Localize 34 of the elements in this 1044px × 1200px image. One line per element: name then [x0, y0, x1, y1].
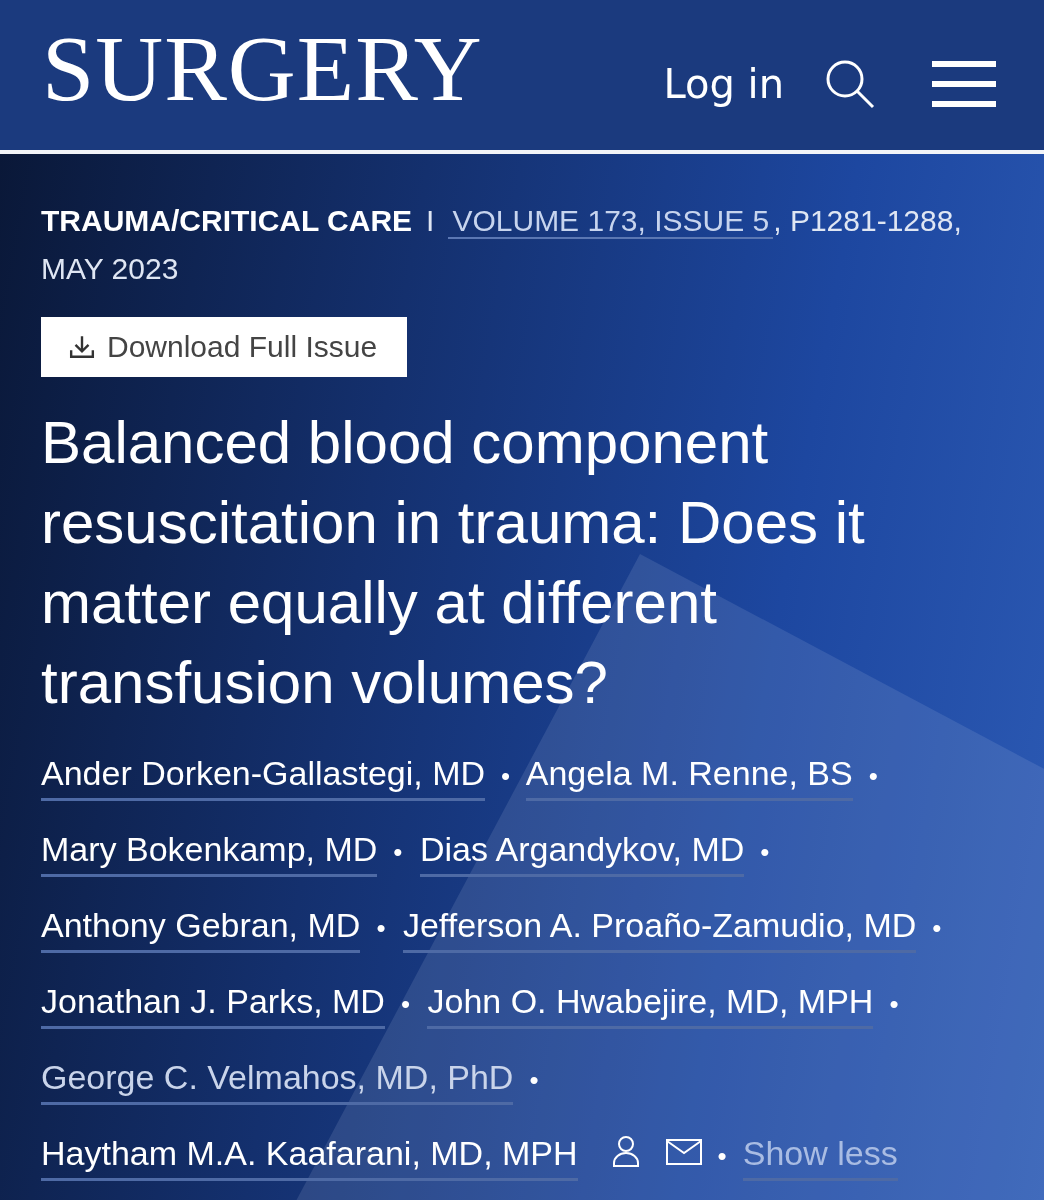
author-link[interactable]: Dias Argandykov, MD	[419, 830, 745, 877]
author-link[interactable]: Angela M. Renne, BS	[525, 754, 853, 801]
bullet-separator: •	[529, 1065, 539, 1095]
bullet-separator: •	[376, 913, 386, 943]
meta-divider: I	[426, 204, 435, 237]
bullet-separator: •	[760, 837, 770, 867]
bullet-separator: •	[393, 837, 403, 867]
issue-date: MAY 2023	[41, 251, 180, 287]
download-button[interactable]: Download Full Issue	[41, 317, 408, 377]
envelope-icon[interactable]	[665, 1139, 702, 1165]
author-link[interactable]: Anthony Gebran, MD	[41, 906, 361, 953]
menu-icon[interactable]	[932, 61, 996, 107]
search-icon[interactable]	[824, 58, 876, 110]
author-link[interactable]: Haytham M.A. Kaafarani, MD, MPH	[41, 1134, 578, 1181]
author-link[interactable]: Mary Bokenkamp, MD	[41, 830, 378, 877]
author-link[interactable]: John O. Hwabejire, MD, MPH	[427, 982, 874, 1029]
page-range: , P1281-1288,	[773, 204, 962, 237]
author-link[interactable]: Jonathan J. Parks, MD	[41, 982, 385, 1029]
bullet-separator: •	[932, 913, 942, 943]
person-icon[interactable]	[611, 1135, 640, 1167]
author-link[interactable]: Ander Dorken-Gallastegi, MD	[41, 754, 486, 801]
download-icon	[69, 335, 95, 359]
bullet-separator: •	[400, 989, 411, 1019]
author-link[interactable]: George C. Velmahos, MD, PhD	[41, 1058, 514, 1105]
bullet-separator: •	[717, 1141, 727, 1171]
bullet-separator: •	[889, 989, 899, 1019]
article-title: Balanced blood component resuscitation in trauma: Does it matter equally at different transfusion volumes?	[41, 408, 866, 718]
journal-logo[interactable]: SURGERY	[42, 21, 483, 115]
bullet-separator: •	[501, 761, 511, 791]
author-link[interactable]: Jefferson A. Proaño-Zamudio, MD	[402, 906, 917, 953]
login-link[interactable]: Log in	[663, 61, 784, 107]
section-label: TRAUMA/CRITICAL CARE	[41, 204, 413, 237]
issue-link[interactable]: VOLUME 173, ISSUE 5	[448, 204, 774, 239]
bullet-separator: •	[868, 761, 878, 791]
